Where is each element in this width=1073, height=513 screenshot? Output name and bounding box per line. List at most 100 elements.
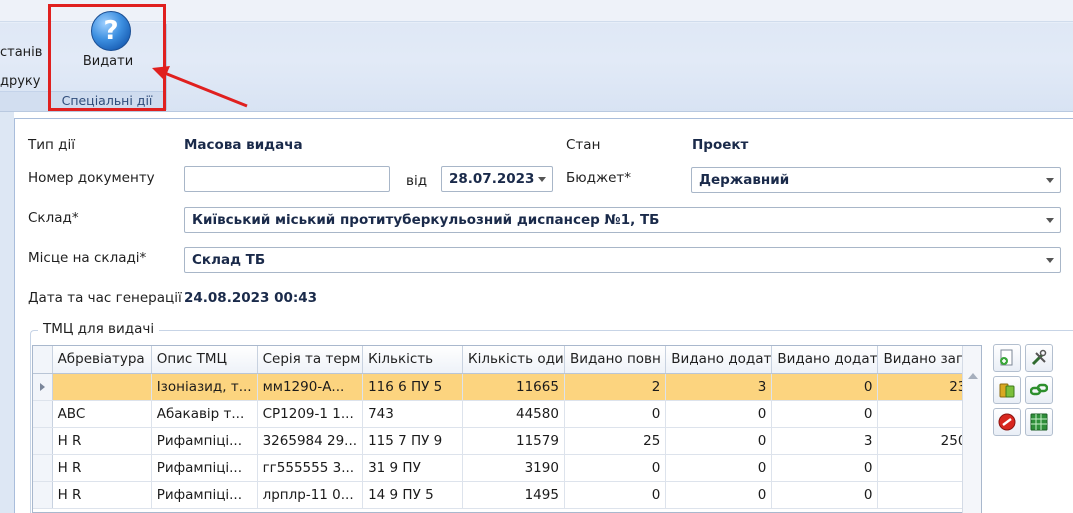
row-indicator bbox=[33, 400, 53, 428]
table-cell[interactable]: 44580 bbox=[462, 400, 565, 428]
table-cell[interactable]: 1495 bbox=[462, 481, 565, 509]
row-indicator bbox=[33, 481, 53, 509]
table-cell[interactable]: 116 6 ПУ 5 bbox=[362, 373, 463, 401]
delete-icon bbox=[998, 413, 1016, 431]
table-cell[interactable]: ABC bbox=[52, 400, 152, 428]
table-row[interactable]: H R Рифампіці... гг555555 3... 31 9 ПУ 3… bbox=[33, 454, 981, 482]
table-cell[interactable]: 3265984 29... bbox=[257, 427, 364, 455]
warehouse-value: Київський міський протитуберкульозний ди… bbox=[192, 212, 660, 228]
table-cell[interactable]: 3190 bbox=[462, 454, 565, 482]
export-excel-button[interactable] bbox=[1025, 408, 1053, 436]
column-header[interactable]: Видано додат bbox=[771, 346, 879, 374]
column-header[interactable]: Опис ТМЦ bbox=[151, 346, 258, 374]
table-row[interactable]: H R Рифампіці... лрплр-11 0... 14 9 ПУ 5… bbox=[33, 481, 981, 509]
table-cell[interactable]: 0 bbox=[771, 454, 879, 482]
table-cell[interactable]: 0 bbox=[771, 481, 879, 509]
budget-label: Бюджет* bbox=[566, 170, 632, 186]
table-cell[interactable]: 115 7 ПУ 9 bbox=[362, 427, 463, 455]
table-cell[interactable]: H R bbox=[52, 454, 152, 482]
chevron-down-icon[interactable] bbox=[538, 177, 546, 182]
table-cell[interactable]: лрплр-11 0... bbox=[257, 481, 364, 509]
chevron-down-icon[interactable] bbox=[1046, 178, 1054, 183]
tools-icon bbox=[1031, 349, 1047, 366]
column-header[interactable]: Абревіатура bbox=[52, 346, 152, 374]
ribbon-left-group-footer bbox=[0, 91, 48, 111]
items-group-title: ТМЦ для видачі bbox=[38, 321, 160, 337]
table-row[interactable]: ABC Абакавір т... CP1209-1 1... 743 4458… bbox=[33, 400, 981, 428]
grid-vertical-scrollbar[interactable] bbox=[962, 346, 981, 513]
table-cell[interactable]: Абакавір т... bbox=[151, 400, 258, 428]
spreadsheet-icon bbox=[1030, 413, 1048, 431]
table-cell[interactable]: CP1209-1 1... bbox=[257, 400, 364, 428]
warehouse-select[interactable]: Київський міський протитуберкульозний ди… bbox=[184, 207, 1061, 233]
table-cell[interactable]: H R bbox=[52, 427, 152, 455]
table-row[interactable]: H R Рифампіці... 3265984 29... 115 7 ПУ … bbox=[33, 427, 981, 455]
table-cell[interactable]: 0 bbox=[771, 373, 879, 401]
table-cell[interactable]: 0 bbox=[665, 400, 773, 428]
add-item-button[interactable] bbox=[993, 344, 1021, 372]
table-cell[interactable]: гг555555 3... bbox=[257, 454, 364, 482]
column-header[interactable]: Серія та терм bbox=[257, 346, 364, 374]
highlight-box bbox=[48, 4, 166, 111]
table-cell[interactable]: Рифампіці... bbox=[151, 481, 258, 509]
table-cell[interactable]: 11579 bbox=[462, 427, 565, 455]
date-picker[interactable]: 28.07.2023 bbox=[441, 166, 553, 192]
table-cell[interactable]: 0 bbox=[665, 454, 773, 482]
coins-icon bbox=[999, 383, 1015, 398]
budget-select[interactable]: Державний bbox=[691, 167, 1061, 193]
chevron-down-icon[interactable] bbox=[1046, 218, 1054, 223]
table-cell[interactable]: 0 bbox=[665, 427, 773, 455]
warehouse-label: Склад* bbox=[28, 210, 79, 226]
table-cell[interactable] bbox=[52, 373, 152, 401]
link-button[interactable] bbox=[1025, 376, 1053, 404]
annotation-arrow bbox=[152, 66, 248, 108]
doc-number-input[interactable] bbox=[184, 166, 390, 192]
column-header[interactable]: Видано повн bbox=[564, 346, 667, 374]
table-cell[interactable]: 0 bbox=[564, 400, 667, 428]
fill-quantities-button[interactable] bbox=[993, 376, 1021, 404]
table-cell[interactable]: 0 bbox=[564, 454, 667, 482]
table-cell[interactable]: 14 9 ПУ 5 bbox=[362, 481, 463, 509]
table-cell[interactable]: 25 bbox=[564, 427, 667, 455]
row-indicator bbox=[33, 373, 53, 401]
column-header[interactable]: Кількість оди bbox=[462, 346, 565, 374]
settings-tool-button[interactable] bbox=[1025, 344, 1053, 372]
budget-value: Державний bbox=[699, 172, 790, 188]
table-cell[interactable]: 3 bbox=[771, 427, 879, 455]
location-select[interactable]: Склад ТБ bbox=[184, 247, 1061, 273]
table-row-selected[interactable]: Ізоніазид, т... мм1290-А... 116 6 ПУ 5 1… bbox=[33, 373, 981, 401]
doc-number-label: Номер документу bbox=[28, 170, 155, 186]
items-grid[interactable]: Абревіатура Опис ТМЦ Серія та терм Кільк… bbox=[32, 345, 982, 513]
location-value: Склад ТБ bbox=[192, 252, 266, 268]
row-indicator bbox=[33, 427, 53, 455]
add-document-icon bbox=[1000, 349, 1013, 366]
table-cell[interactable]: Ізоніазид, т... bbox=[151, 373, 258, 401]
scroll-up-icon[interactable] bbox=[968, 373, 978, 379]
row-indicator-header bbox=[33, 346, 53, 374]
table-cell[interactable]: 31 9 ПУ bbox=[362, 454, 463, 482]
table-cell[interactable]: H R bbox=[52, 481, 152, 509]
location-label: Місце на складі* bbox=[28, 250, 147, 266]
grid-header-row: Абревіатура Опис ТМЦ Серія та терм Кільк… bbox=[33, 346, 981, 374]
table-cell[interactable]: 0 bbox=[771, 400, 879, 428]
table-cell[interactable]: Рифампіці... bbox=[151, 427, 258, 455]
table-cell[interactable]: мм1290-А... bbox=[257, 373, 364, 401]
row-indicator bbox=[33, 454, 53, 482]
ribbon-left-group: станів друку bbox=[0, 38, 42, 96]
status-label: Стан bbox=[566, 137, 601, 153]
column-header[interactable]: Кількість bbox=[362, 346, 463, 374]
table-cell[interactable]: Рифампіці... bbox=[151, 454, 258, 482]
chevron-down-icon[interactable] bbox=[1046, 258, 1054, 263]
table-cell[interactable]: 0 bbox=[665, 481, 773, 509]
column-header[interactable]: Видано додат bbox=[665, 346, 773, 374]
delete-item-button[interactable] bbox=[993, 408, 1021, 436]
table-cell[interactable]: 3 bbox=[665, 373, 773, 401]
table-cell[interactable]: 743 bbox=[362, 400, 463, 428]
date-from-label: від bbox=[406, 173, 428, 189]
action-type-value: Масова видача bbox=[184, 137, 303, 153]
ribbon-item-states[interactable]: станів bbox=[0, 38, 42, 67]
table-cell[interactable]: 11665 bbox=[462, 373, 565, 401]
table-cell[interactable]: 0 bbox=[564, 481, 667, 509]
table-cell[interactable]: 2 bbox=[564, 373, 667, 401]
panel-left-strip bbox=[0, 112, 14, 513]
